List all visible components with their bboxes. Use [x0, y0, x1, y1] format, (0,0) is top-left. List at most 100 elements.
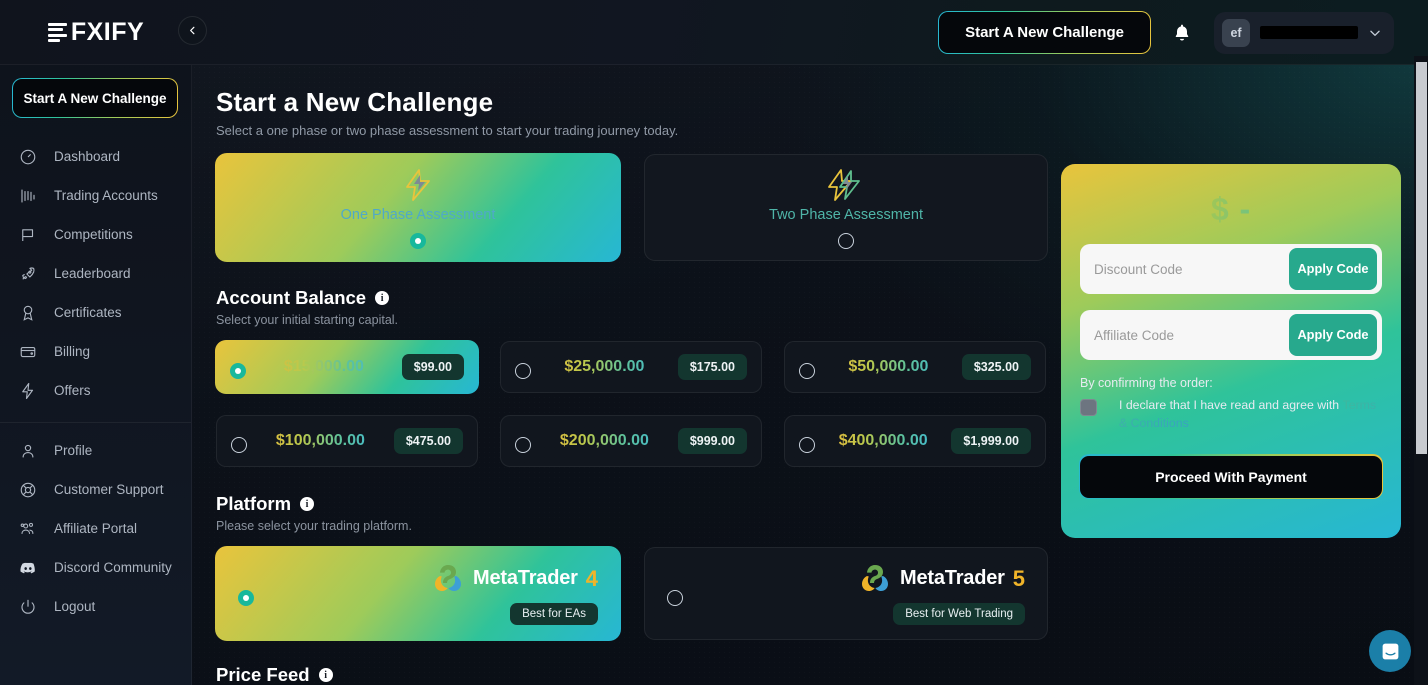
- logo-text: FXIFY: [70, 18, 145, 46]
- logo-container: FXIFY: [0, 18, 192, 47]
- balance-radio[interactable]: [230, 363, 246, 379]
- sidebar-item-discord-community[interactable]: Discord Community: [0, 548, 191, 587]
- apply-discount-code-button[interactable]: Apply Code: [1289, 248, 1377, 290]
- balance-price: $99.00: [401, 354, 464, 380]
- sidebar-item-offers[interactable]: Offers: [0, 371, 191, 410]
- lifebuoy-icon: [18, 480, 37, 499]
- sidebar-item-label: Leaderboard: [54, 266, 131, 281]
- apply-affiliate-code-button[interactable]: Apply Code: [1289, 314, 1377, 356]
- platform-card-content: MetaTrader 5 Best for Web Trading: [858, 563, 1025, 625]
- balance-price: $999.00: [677, 428, 747, 454]
- sidebar-item-logout[interactable]: Logout: [0, 587, 191, 626]
- platform-radio[interactable]: [238, 589, 254, 606]
- wallet-icon: [18, 342, 37, 361]
- users-group-icon: [18, 519, 37, 538]
- summary-inner: $ - Apply Code Apply Code By confirming …: [1062, 165, 1400, 518]
- sidebar-item-billing[interactable]: Billing: [0, 332, 191, 371]
- balance-option-50000[interactable]: $50,000.00 $325.00: [784, 341, 1046, 393]
- metatrader4-logo: MetaTrader 4: [431, 563, 598, 595]
- platform-version: 4: [585, 565, 598, 591]
- sidebar-item-profile[interactable]: Profile: [0, 431, 191, 470]
- sidebar-item-customer-support[interactable]: Customer Support: [0, 470, 191, 509]
- notifications-bell-icon[interactable]: [1172, 22, 1192, 44]
- username-redacted: [1260, 26, 1358, 39]
- fxify-logo[interactable]: FXIFY: [47, 18, 145, 47]
- phase-card-two-phase[interactable]: Two Phase Assessment: [644, 154, 1048, 261]
- gauge-icon: [18, 147, 37, 166]
- total-price: $ -: [1080, 191, 1382, 228]
- terms-checkbox[interactable]: [1080, 399, 1097, 416]
- scrollbar-thumb[interactable]: [1416, 62, 1427, 454]
- platform-radio[interactable]: [667, 589, 683, 606]
- balance-price: $325.00: [961, 354, 1031, 380]
- metatrader-glyph-icon: [862, 564, 889, 591]
- proceed-with-payment-button[interactable]: Proceed With Payment: [1078, 454, 1384, 499]
- info-icon[interactable]: i: [300, 497, 315, 511]
- platform-badge: Best for EAs: [510, 602, 598, 625]
- sidebar-item-affiliate-portal[interactable]: Affiliate Portal: [0, 509, 191, 548]
- balance-option-400000[interactable]: $400,000.00 $1,999.00: [784, 415, 1046, 467]
- balance-amount: $15,000.00: [260, 358, 388, 376]
- intercom-chat-button[interactable]: [1369, 630, 1411, 672]
- discount-code-input[interactable]: [1094, 261, 1289, 277]
- balance-radio[interactable]: [515, 437, 531, 453]
- sidebar-item-trading-accounts[interactable]: Trading Accounts: [0, 176, 191, 215]
- double-bolt-icon: [827, 167, 865, 203]
- discount-code-field[interactable]: Apply Code: [1080, 244, 1382, 294]
- sidebar-item-label: Offers: [54, 383, 91, 398]
- balance-price: $175.00: [677, 354, 747, 380]
- award-ribbon-icon: [18, 303, 37, 322]
- balance-amount: $50,000.00: [829, 358, 948, 376]
- sidebar-collapse-button[interactable]: [178, 16, 207, 45]
- sidebar-item-leaderboard[interactable]: Leaderboard: [0, 254, 191, 293]
- platform-card-mt4[interactable]: MetaTrader 4 Best for EAs: [214, 545, 622, 642]
- info-icon[interactable]: i: [375, 291, 390, 305]
- platform-options: MetaTrader 4 Best for EAs MetaTrader 5 B…: [214, 545, 1390, 642]
- sidebar-item-label: Trading Accounts: [54, 188, 158, 203]
- user-account-menu[interactable]: ef: [1214, 11, 1394, 54]
- page-subtitle: Select a one phase or two phase assessme…: [216, 123, 679, 138]
- balance-option-200000[interactable]: $200,000.00 $999.00: [500, 415, 762, 467]
- platform-card-mt5[interactable]: MetaTrader 5 Best for Web Trading: [644, 547, 1048, 640]
- balance-radio[interactable]: [799, 363, 815, 379]
- affiliate-code-input[interactable]: [1094, 327, 1289, 343]
- info-icon[interactable]: i: [318, 668, 333, 682]
- phase-radio-selected[interactable]: [410, 232, 426, 249]
- phase-radio-unselected[interactable]: [838, 232, 854, 249]
- sidebar-item-label: Billing: [54, 344, 91, 359]
- balance-amount: $25,000.00: [545, 358, 664, 376]
- balance-amount: $200,000.00: [545, 432, 664, 450]
- flag-icon: [18, 225, 37, 244]
- balance-price: $1,999.00: [951, 428, 1031, 454]
- sidebar-item-label: Discord Community: [54, 560, 172, 575]
- platform-badge: Best for Web Trading: [893, 602, 1025, 625]
- logo-bars-icon: [47, 22, 67, 43]
- candlestick-chart-icon: [18, 186, 37, 205]
- affiliate-code-field[interactable]: Apply Code: [1080, 310, 1382, 360]
- top-header: FXIFY Start A New Challenge ef: [0, 0, 1428, 65]
- balance-option-25000[interactable]: $25,000.00 $175.00: [500, 341, 762, 393]
- price-feed-header: Price Feed i: [216, 664, 1390, 685]
- balance-option-15000[interactable]: $15,000.00 $99.00: [214, 339, 480, 395]
- chevron-down-icon[interactable]: [1368, 26, 1382, 40]
- header-actions: Start A New Challenge ef: [937, 10, 1428, 55]
- section-title: Platform: [216, 493, 292, 514]
- sidebar-start-new-challenge-button[interactable]: Start A New Challenge: [11, 77, 179, 119]
- balance-option-100000[interactable]: $100,000.00 $475.00: [216, 415, 478, 467]
- balance-radio[interactable]: [515, 363, 531, 379]
- balance-radio[interactable]: [799, 437, 815, 453]
- start-new-challenge-button-header[interactable]: Start A New Challenge: [937, 10, 1152, 55]
- sidebar-primary-nav: Dashboard Trading Accounts Competitions …: [0, 137, 191, 626]
- balance-amount: $400,000.00: [829, 432, 937, 450]
- section-title: Price Feed: [216, 664, 310, 685]
- sidebar-item-certificates[interactable]: Certificates: [0, 293, 191, 332]
- balance-price: $475.00: [393, 428, 463, 454]
- confirm-order-heading: By confirming the order:: [1080, 376, 1213, 390]
- lightning-bolt-icon: [18, 381, 37, 400]
- phase-card-one-phase[interactable]: One Phase Assessment: [214, 152, 622, 263]
- sidebar-item-dashboard[interactable]: Dashboard: [0, 137, 191, 176]
- sidebar-item-label: Affiliate Portal: [54, 521, 138, 536]
- terms-text-prefix: I declare that I have read and agree wit…: [1119, 398, 1343, 412]
- balance-radio[interactable]: [231, 437, 247, 453]
- sidebar-item-competitions[interactable]: Competitions: [0, 215, 191, 254]
